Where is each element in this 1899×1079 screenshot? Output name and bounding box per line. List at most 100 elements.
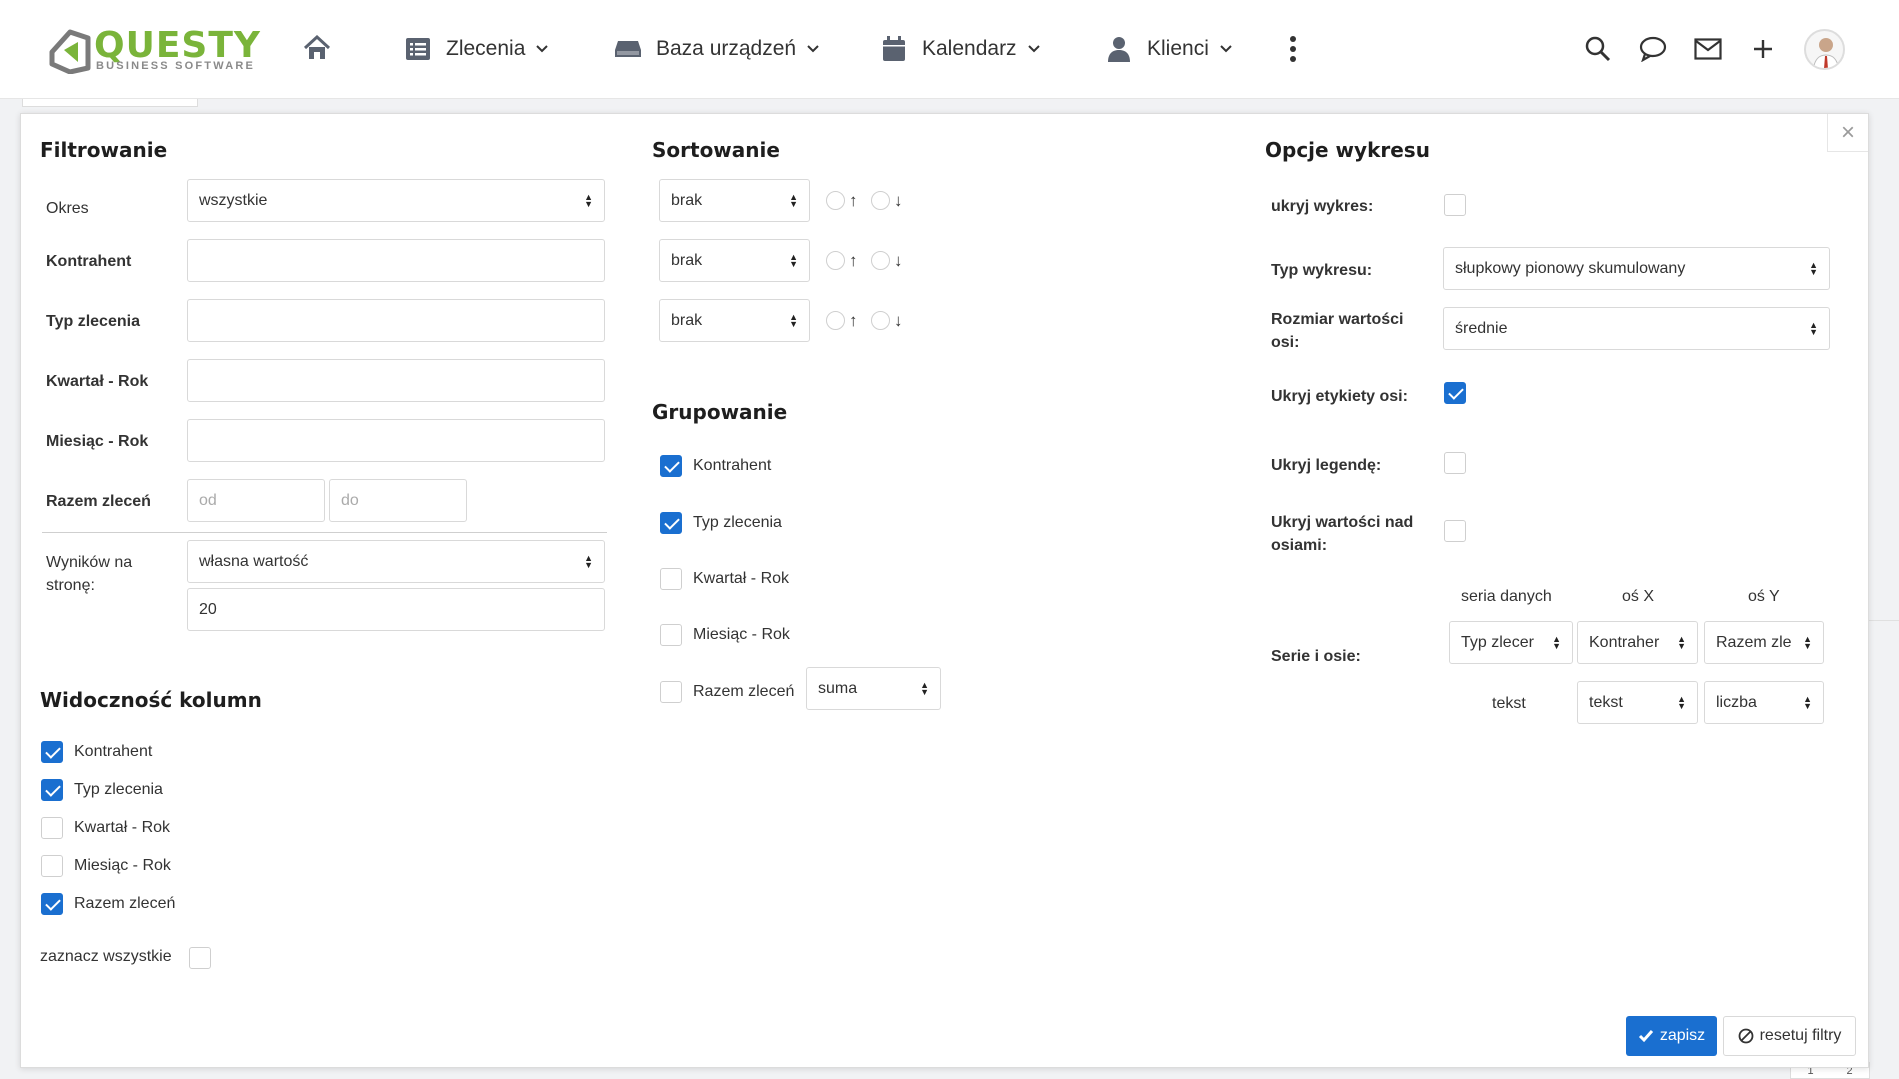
hide-axis-labels-checkbox[interactable] (1444, 382, 1466, 404)
nav-baza-urzadzen[interactable]: Baza urządzeń (614, 32, 820, 66)
select-arrows-icon: ▲ ▼ (1677, 693, 1686, 711)
group-by-checkbox[interactable] (660, 568, 682, 590)
wynikow-value-input[interactable]: 20 (187, 588, 605, 631)
search-icon[interactable] (1583, 34, 1613, 64)
chevron-down-icon (536, 45, 549, 53)
save-button[interactable]: zapisz (1626, 1016, 1717, 1056)
x-axis-select[interactable]: Kontraher ▲ ▼ (1577, 621, 1698, 664)
series-data-value: Typ zlecer (1461, 633, 1534, 651)
axis-size-label-line2: osi: (1271, 334, 1300, 351)
nav-baza-urzadzen-label: Baza urządzeń (656, 37, 797, 60)
sort-asc-radio[interactable] (826, 311, 845, 330)
hide-chart-checkbox[interactable] (1444, 194, 1466, 216)
avatar[interactable] (1804, 29, 1845, 70)
sort-asc-radio[interactable] (826, 251, 845, 270)
group-by-label: Miesiąc - Rok (693, 626, 790, 643)
wynikow-label-line2: stronę: (46, 577, 95, 594)
series-data-select[interactable]: Typ zlecer ▲ ▼ (1449, 621, 1573, 664)
series-type-text: tekst (1492, 695, 1526, 712)
group-by-checkbox[interactable] (660, 624, 682, 646)
columns-title: Widoczność kolumn (40, 688, 262, 712)
filter-title: Filtrowanie (40, 138, 168, 162)
kwartal-rok-input[interactable] (187, 359, 605, 402)
mail-icon[interactable] (1693, 34, 1723, 64)
column-visibility-checkbox[interactable] (41, 855, 63, 877)
group-by-checkbox[interactable] (660, 455, 682, 477)
column-visibility-label: Typ zlecenia (74, 781, 163, 798)
razem-od-input[interactable]: od (187, 479, 325, 522)
axis-size-select[interactable]: średnie ▲ ▼ (1443, 307, 1830, 350)
kebab-icon[interactable] (1278, 34, 1308, 64)
group-by-checkbox[interactable] (660, 512, 682, 534)
okres-select[interactable]: wszystkie ▲ ▼ (187, 179, 605, 222)
nav-zlecenia[interactable]: Zlecenia (404, 32, 549, 66)
select-arrows-icon: ▲ ▼ (1803, 633, 1812, 651)
select-arrows-icon: ▲ ▼ (584, 191, 593, 209)
arrow-up-icon: ↑ (849, 191, 858, 210)
sort-desc-radio[interactable] (871, 251, 890, 270)
sort-field-select[interactable]: brak ▲ ▼ (659, 299, 810, 342)
reset-filters-button[interactable]: resetuj filtry (1723, 1016, 1856, 1056)
nav-klienci-label: Klienci (1147, 37, 1209, 60)
group-by-label: Kwartał - Rok (693, 570, 790, 587)
okres-value: wszystkie (199, 191, 268, 209)
column-visibility-checkbox[interactable] (41, 779, 63, 801)
miesiac-rok-label: Miesiąc - Rok (46, 433, 149, 450)
group-title: Grupowanie (652, 400, 788, 424)
home-icon[interactable] (302, 33, 332, 63)
select-all-checkbox[interactable] (189, 947, 211, 969)
razem-do-input[interactable]: do (329, 479, 467, 522)
hide-axis-labels-label: Ukryj etykiety osi: (1271, 388, 1408, 405)
hide-legend-checkbox[interactable] (1444, 452, 1466, 474)
razem-zlecen-label: Razem zleceń (46, 493, 151, 510)
close-icon[interactable]: × (1827, 114, 1868, 152)
sort-title: Sortowanie (652, 138, 780, 162)
divider (42, 532, 607, 533)
group-by-label: Kontrahent (693, 457, 772, 474)
y-axis-type-select[interactable]: liczba ▲ ▼ (1704, 681, 1824, 724)
chat-icon[interactable] (1638, 34, 1668, 64)
x-axis-col-header: oś X (1622, 588, 1655, 605)
chart-type-select[interactable]: słupkowy pionowy skumulowany ▲ ▼ (1443, 247, 1830, 290)
chart-type-value: słupkowy pionowy skumulowany (1455, 259, 1686, 277)
kontrahent-input[interactable] (187, 239, 605, 282)
chart-type-label: Typ wykresu: (1271, 262, 1373, 279)
select-arrows-icon: ▲ ▼ (1803, 693, 1812, 711)
sort-desc-radio[interactable] (871, 311, 890, 330)
x-axis-type-select[interactable]: tekst ▲ ▼ (1577, 681, 1698, 724)
column-visibility-checkbox[interactable] (41, 893, 63, 915)
miesiac-rok-input[interactable] (187, 419, 605, 462)
group-by-checkbox[interactable] (660, 681, 682, 703)
chart-options-title: Opcje wykresu (1265, 138, 1430, 162)
hide-values-checkbox[interactable] (1444, 520, 1466, 542)
nav-klienci[interactable]: Klienci (1105, 32, 1233, 66)
okres-label: Okres (46, 200, 89, 217)
group-agg-select[interactable]: suma ▲ ▼ (806, 667, 941, 710)
select-arrows-icon: ▲ ▼ (789, 251, 798, 269)
column-visibility-label: Razem zleceń (74, 895, 176, 912)
select-arrows-icon: ▲ ▼ (1809, 259, 1818, 277)
column-visibility-checkbox[interactable] (41, 817, 63, 839)
chevron-down-icon (1027, 45, 1040, 53)
sort-field-select[interactable]: brak ▲ ▼ (659, 239, 810, 282)
sort-field-select[interactable]: brak ▲ ▼ (659, 179, 810, 222)
column-visibility-checkbox[interactable] (41, 741, 63, 763)
nav-kalendarz-label: Kalendarz (922, 37, 1017, 60)
y-axis-select[interactable]: Razem zle ▲ ▼ (1704, 621, 1824, 664)
select-arrows-icon: ▲ ▼ (789, 191, 798, 209)
arrow-up-icon: ↑ (849, 251, 858, 270)
wynikow-label-line1: Wyników na (46, 554, 133, 571)
chevron-down-icon (1220, 45, 1232, 53)
axis-size-label-line1: Rozmiar wartości (1271, 311, 1404, 328)
sort-field-value: brak (671, 251, 703, 269)
select-arrows-icon: ▲ ▼ (1809, 319, 1818, 337)
group-agg-value: suma (818, 679, 858, 697)
sort-desc-radio[interactable] (871, 191, 890, 210)
sort-asc-radio[interactable] (826, 191, 845, 210)
nav-kalendarz[interactable]: Kalendarz (880, 32, 1041, 66)
wynikow-select[interactable]: własna wartość ▲ ▼ (187, 540, 605, 583)
plus-icon[interactable] (1748, 34, 1778, 64)
background-table-edge (1868, 620, 1899, 960)
typ-zlecenia-input[interactable] (187, 299, 605, 342)
select-arrows-icon: ▲ ▼ (1552, 633, 1561, 651)
